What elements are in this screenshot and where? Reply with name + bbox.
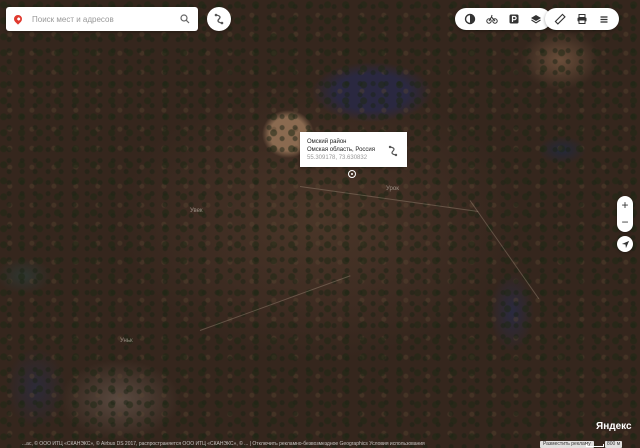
satellite-map[interactable]: Увек Урок Уньк	[0, 0, 640, 448]
search-input[interactable]	[30, 13, 178, 25]
menu-button[interactable]	[593, 8, 615, 30]
search-box	[6, 7, 198, 31]
popup-region: Омская область, Россия	[307, 147, 376, 153]
layers-icon	[531, 15, 541, 24]
yandex-logo: Яндекс	[596, 421, 632, 432]
location-pin-icon	[12, 13, 24, 25]
ruler-icon	[554, 13, 566, 25]
ruler-button[interactable]	[549, 8, 571, 30]
road	[469, 200, 540, 300]
map-attribution[interactable]: ...ас, © ООО ИТЦ «СКАНЭКС», © Airbus DS …	[22, 441, 425, 447]
point-marker-icon[interactable]	[348, 170, 356, 178]
search-icon[interactable]	[178, 12, 192, 26]
geolocation-button[interactable]	[617, 236, 633, 252]
bicycle-button[interactable]	[481, 8, 503, 30]
road	[199, 275, 351, 331]
popup-coordinates[interactable]: 55.309178, 73.630832	[307, 155, 367, 161]
print-button[interactable]	[571, 8, 593, 30]
layers-button[interactable]	[525, 8, 547, 30]
route-button[interactable]	[207, 7, 231, 31]
location-popup: Омский район Омская область, Россия 55.3…	[300, 132, 407, 167]
traffic-button[interactable]	[459, 8, 481, 30]
tools-toolbar	[545, 8, 619, 30]
place-label: Уньк	[120, 338, 133, 344]
scale-bar	[586, 444, 604, 447]
printer-icon	[577, 14, 587, 24]
zoom-out-button[interactable]: −	[617, 213, 633, 231]
route-icon	[214, 13, 224, 25]
parking-icon	[509, 14, 519, 24]
place-label: Увек	[190, 208, 203, 214]
popup-route-icon[interactable]	[387, 144, 399, 157]
zoom-in-button[interactable]: +	[617, 196, 633, 214]
popup-district: Омский район	[307, 139, 347, 145]
zoom-control: + −	[617, 196, 633, 232]
scale-label: 800 м	[605, 441, 623, 448]
traffic-icon	[464, 13, 476, 25]
place-label: Урок	[386, 186, 399, 192]
hamburger-icon	[600, 16, 608, 23]
parking-button[interactable]	[503, 8, 525, 30]
navigation-arrow-icon	[621, 240, 629, 248]
bicycle-icon	[486, 14, 498, 24]
layers-toolbar	[455, 8, 551, 30]
